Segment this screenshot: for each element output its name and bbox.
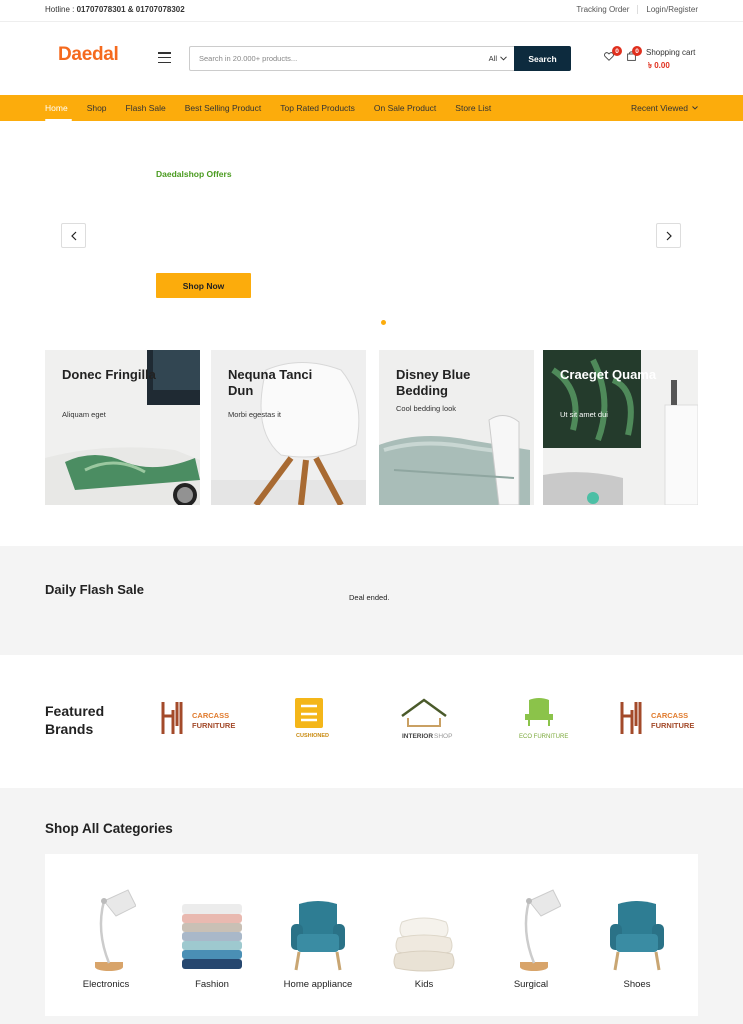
brand-name-line2: FURNITURE xyxy=(651,721,694,730)
hero-offer-text: Daedalshop Offers xyxy=(156,169,232,179)
promo-card-subtitle: Aliquam eget xyxy=(62,410,106,419)
promo-card[interactable]: Nequna Tanci Dun Morbi egestas it xyxy=(211,350,366,505)
brand-logo-carcass[interactable]: CARCASS FURNITURE xyxy=(146,689,246,747)
category-item-kids[interactable]: Kids xyxy=(379,880,469,1000)
chevron-down-icon xyxy=(500,56,507,61)
slider-next-button[interactable] xyxy=(656,223,681,248)
nav-item-top-rated[interactable]: Top Rated Products xyxy=(280,103,355,113)
cart-total: ৳ 0.00 xyxy=(648,61,670,70)
brand-logo-cushioned[interactable]: CUSHIONED xyxy=(256,689,356,747)
slider-prev-button[interactable] xyxy=(61,223,86,248)
pillows-icon xyxy=(393,917,455,972)
promo-card[interactable]: Donec Fringilla Aliquam eget xyxy=(45,350,200,505)
nav-item-on-sale[interactable]: On Sale Product xyxy=(374,103,436,113)
promo-card-title: Donec Fringilla xyxy=(62,367,156,382)
nav-items: Home Shop Flash Sale Best Selling Produc… xyxy=(45,103,510,113)
search-input[interactable] xyxy=(190,47,489,70)
wishlist-button[interactable]: 0 xyxy=(604,46,622,64)
hotline-label: Hotline : xyxy=(45,5,75,14)
chevron-down-icon xyxy=(692,106,698,110)
cart-count-badge: 0 xyxy=(632,46,642,56)
category-label: Home appliance xyxy=(283,979,353,990)
brand-name-line1: INTERIOR xyxy=(402,733,433,740)
hotline: Hotline : 01707078301 & 01707078302 xyxy=(45,5,185,14)
tracking-order-link[interactable]: Tracking Order xyxy=(568,5,639,14)
category-label: Fashion xyxy=(195,979,229,990)
promo-card-subtitle: Morbi egestas it xyxy=(228,410,281,419)
armchair-icon xyxy=(291,901,345,971)
flash-sale-title: Daily Flash Sale xyxy=(45,582,144,597)
cart-button[interactable]: 0 xyxy=(627,46,642,64)
brand-name-line2: SHOP xyxy=(434,733,452,740)
promo-card-title: Disney Blue Bedding xyxy=(396,367,471,398)
recent-viewed-dropdown[interactable]: Recent Viewed xyxy=(631,103,698,113)
desk-lamp-icon xyxy=(520,889,561,971)
nav-item-best-selling[interactable]: Best Selling Product xyxy=(185,103,262,113)
brand-name-line2: FURNITURE xyxy=(192,721,235,730)
interior-shop-logo-icon: INTERIOR SHOP xyxy=(401,698,452,740)
category-label: Surgical xyxy=(513,979,549,990)
brand-name-line1: ECO FURNITURE xyxy=(519,734,568,740)
promo-card-title: Nequna Tanci Dun xyxy=(228,367,313,398)
desk-lamp-icon xyxy=(95,889,136,971)
folded-towels-icon xyxy=(182,904,242,969)
hotline-numbers: 01707078301 & 01707078302 xyxy=(76,5,185,14)
shop-now-button[interactable]: Shop Now xyxy=(156,273,251,298)
search-category-select[interactable]: All xyxy=(489,54,514,63)
menu-icon[interactable] xyxy=(158,52,171,63)
nav-active-indicator xyxy=(45,119,72,121)
nav-item-home[interactable]: Home xyxy=(45,103,68,113)
flash-sale-status: Deal ended. xyxy=(349,593,390,602)
category-label: Shoes xyxy=(623,979,651,990)
login-register-link[interactable]: Login/Register xyxy=(638,5,698,14)
search-button[interactable]: Search xyxy=(514,46,571,71)
carcass-logo-icon: CARCASS FURNITURE xyxy=(161,702,235,734)
armchair-icon xyxy=(610,901,664,971)
carcass-logo-icon: CARCASS FURNITURE xyxy=(620,702,694,734)
category-item-fashion[interactable]: Fashion xyxy=(167,880,257,1000)
promo-card[interactable]: Disney Blue Bedding Cool bedding look xyxy=(379,350,534,505)
promo-card-subtitle: Cool bedding look xyxy=(396,404,457,413)
cart-label[interactable]: Shopping cart xyxy=(646,48,695,57)
category-label: Electronics xyxy=(82,979,130,990)
featured-brands-title: Featured Brands xyxy=(45,703,105,737)
chevron-left-icon xyxy=(70,231,76,240)
top-links: Tracking Order Login/Register xyxy=(568,5,698,14)
recent-viewed-label: Recent Viewed xyxy=(630,103,688,113)
search-bar: All Search xyxy=(189,46,571,71)
category-item-surgical[interactable]: Surgical xyxy=(486,880,576,1000)
search-category-value: All xyxy=(488,54,497,63)
categories-title: Shop All Categories xyxy=(45,821,173,836)
nav-item-store-list[interactable]: Store List xyxy=(455,103,491,113)
cushioned-logo-icon: CUSHIONED xyxy=(295,698,329,739)
promo-card[interactable]: Craeget Quama Ut sit amet dui xyxy=(543,350,698,505)
category-item-electronics[interactable]: Electronics xyxy=(61,880,151,1000)
nav-item-shop[interactable]: Shop xyxy=(87,103,107,113)
category-label: Kids xyxy=(414,979,434,990)
promo-card-title: Craeget Quama xyxy=(560,367,657,382)
promo-card-subtitle: Ut sit amet dui xyxy=(560,410,608,419)
slider-dot-active[interactable] xyxy=(381,320,386,325)
brand-name-line1: CARCASS xyxy=(192,711,229,720)
brand-name-line1: CARCASS xyxy=(651,711,688,720)
nav-item-flash-sale[interactable]: Flash Sale xyxy=(126,103,166,113)
site-logo[interactable]: Daedal xyxy=(58,44,119,66)
category-item-home-appliance[interactable]: Home appliance xyxy=(273,880,363,1000)
brand-name-line1: CUSHIONED xyxy=(296,733,329,739)
chevron-right-icon xyxy=(666,231,672,240)
eco-furniture-logo-icon: ECO FURNITURE xyxy=(519,698,568,740)
category-item-shoes[interactable]: Shoes xyxy=(592,880,682,1000)
brand-logo-eco-furniture[interactable]: ECO FURNITURE xyxy=(484,689,584,747)
wishlist-count-badge: 0 xyxy=(612,46,622,56)
brand-logo-interior-shop[interactable]: INTERIOR SHOP xyxy=(369,689,469,747)
brand-logo-carcass[interactable]: CARCASS FURNITURE xyxy=(605,689,705,747)
